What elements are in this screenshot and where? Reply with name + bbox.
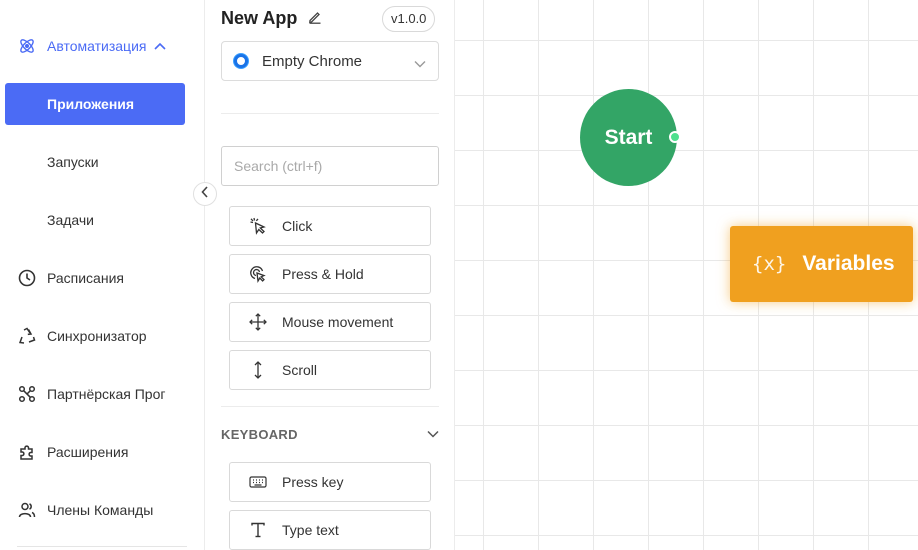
action-label: Type text	[282, 522, 339, 538]
sidebar-item-affiliate[interactable]: Партнёрская Прог	[0, 373, 190, 415]
sidebar-item-label: Автоматизация	[47, 38, 147, 54]
keyboard-section-label: KEYBOARD	[221, 426, 298, 442]
actions-panel: New App v1.0.0 Empty Chrome Click	[205, 0, 455, 550]
sidebar-item-label: Расширения	[47, 444, 129, 460]
divider	[221, 113, 439, 114]
sidebar: Автоматизация Приложения Запуски Задачи …	[0, 0, 205, 550]
start-node-output-port[interactable]	[669, 131, 681, 143]
users-icon	[17, 500, 37, 520]
action-scroll[interactable]: Scroll	[229, 350, 431, 390]
app-title: New App	[221, 8, 298, 28]
keyboard-section-header[interactable]: KEYBOARD	[221, 420, 439, 448]
chevron-left-icon	[201, 185, 209, 203]
sidebar-item-sync[interactable]: Синхронизатор	[0, 315, 190, 357]
variables-node[interactable]: {x} Variables	[730, 226, 913, 302]
text-icon	[248, 520, 268, 540]
action-label: Press & Hold	[282, 266, 364, 282]
affiliate-icon	[17, 384, 37, 404]
sidebar-item-tasks[interactable]: Задачи	[0, 199, 190, 241]
browser-select[interactable]: Empty Chrome	[221, 41, 439, 81]
scroll-icon	[248, 360, 268, 380]
variable-icon: {x}	[752, 253, 787, 275]
action-press-hold[interactable]: Press & Hold	[229, 254, 431, 294]
sidebar-item-runs[interactable]: Запуски	[0, 141, 190, 183]
sidebar-divider	[17, 546, 187, 547]
recycle-icon	[17, 326, 37, 346]
clock-icon	[17, 268, 37, 288]
sidebar-item-extensions[interactable]: Расширения	[0, 431, 190, 473]
flow-canvas[interactable]: Start {x} Variables	[455, 0, 918, 550]
action-click[interactable]: Click	[229, 206, 431, 246]
start-node-label: Start	[604, 125, 653, 149]
keyboard-icon	[248, 472, 268, 492]
action-label: Scroll	[282, 362, 318, 378]
sidebar-item-label: Задачи	[47, 212, 95, 228]
start-node[interactable]: Start	[580, 89, 677, 186]
action-type-text[interactable]: Type text	[229, 510, 431, 550]
sidebar-item-label: Партнёрская Прог	[47, 386, 166, 402]
sidebar-item-automation[interactable]: Автоматизация	[0, 25, 190, 67]
puzzle-icon	[17, 442, 37, 462]
atom-icon	[17, 36, 37, 56]
edit-icon[interactable]	[308, 10, 322, 29]
browser-select-value: Empty Chrome	[262, 52, 363, 70]
sidebar-item-apps[interactable]: Приложения	[5, 83, 185, 125]
move-icon	[248, 312, 268, 332]
action-label: Mouse movement	[282, 314, 394, 330]
chevron-down-icon	[414, 55, 426, 72]
action-label: Press key	[282, 474, 344, 490]
sidebar-item-schedules[interactable]: Расписания	[0, 257, 190, 299]
sidebar-item-label: Расписания	[47, 270, 124, 286]
collapse-sidebar-button[interactable]	[193, 182, 217, 206]
divider	[221, 406, 439, 407]
action-press-key[interactable]: Press key	[229, 462, 431, 502]
press-hold-icon	[248, 264, 268, 284]
action-label: Click	[282, 218, 313, 234]
variables-node-label: Variables	[802, 252, 895, 275]
action-mouse-movement[interactable]: Mouse movement	[229, 302, 431, 342]
sidebar-item-label: Члены Команды	[47, 502, 154, 518]
sidebar-item-label: Приложения	[47, 96, 135, 112]
sidebar-item-label: Синхронизатор	[47, 328, 147, 344]
chrome-icon	[234, 54, 248, 68]
chevron-up-icon	[154, 42, 167, 50]
search-input[interactable]	[221, 146, 439, 186]
sidebar-item-label: Запуски	[47, 154, 99, 170]
sidebar-item-team[interactable]: Члены Команды	[0, 489, 190, 531]
cursor-click-icon	[248, 216, 268, 236]
version-badge[interactable]: v1.0.0	[382, 6, 436, 32]
chevron-down-icon	[427, 425, 439, 443]
